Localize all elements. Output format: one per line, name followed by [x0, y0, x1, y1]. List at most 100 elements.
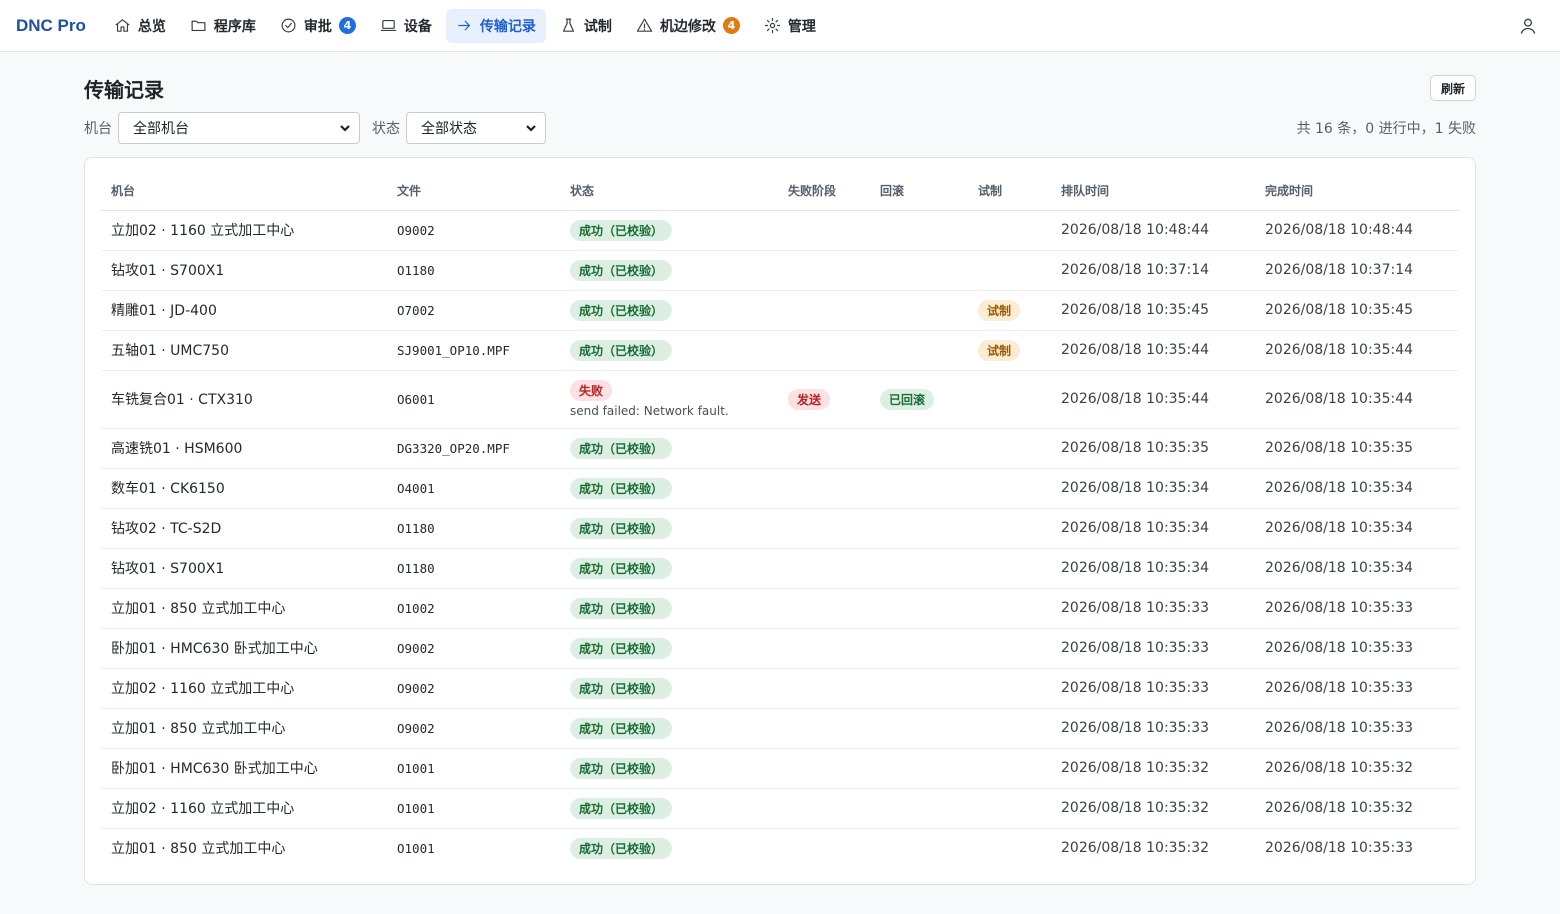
- status-cell: 成功（已校验）: [560, 628, 778, 669]
- rollback-cell: [870, 708, 968, 749]
- table-body: 立加02 · 1160 立式加工中心 O9002 成功（已校验） 2026/08/18…: [101, 210, 1459, 868]
- table-row[interactable]: 立加01 · 850 立式加工中心 O1001 成功（已校验） 2026/08/18 …: [101, 828, 1459, 868]
- queued-time-cell: 2026/08/18 10:35:32: [1051, 748, 1255, 789]
- table-row[interactable]: 立加02 · 1160 立式加工中心 O1001 成功（已校验） 2026/08/18…: [101, 788, 1459, 829]
- trial-badge: 试制: [978, 339, 1021, 361]
- table-row[interactable]: 数车01 · CK6150 O4001 成功（已校验） 2026/08/18 10:3…: [101, 468, 1459, 509]
- rollback-cell: [870, 250, 968, 291]
- folder-icon: [191, 20, 206, 32]
- machine-cell: 立加02 · 1160 立式加工中心: [101, 210, 387, 251]
- nav-item-6[interactable]: 机边修改 4: [626, 9, 750, 43]
- queued-time-cell: 2026/08/18 10:35:44: [1051, 370, 1255, 429]
- file-cell: O9002: [387, 628, 560, 669]
- nav-item-5[interactable]: 试制: [550, 9, 622, 43]
- trial-cell: [968, 828, 1051, 868]
- trial-cell: 试制: [968, 330, 1051, 371]
- status-cell: 成功（已校验）: [560, 250, 778, 291]
- table-row[interactable]: 立加01 · 850 立式加工中心 O9002 成功（已校验） 2026/08/18 …: [101, 708, 1459, 749]
- file-cell: O9002: [387, 708, 560, 749]
- fail-stage-cell: [778, 290, 870, 331]
- status-filter-select[interactable]: 全部状态: [406, 112, 546, 144]
- machine-cell: 钻攻01 · S700X1: [101, 250, 387, 291]
- nav-item-1[interactable]: 程序库: [180, 9, 266, 43]
- machine-cell: 精雕01 · JD-400: [101, 290, 387, 331]
- queued-time-cell: 2026/08/18 10:35:33: [1051, 628, 1255, 669]
- table-row[interactable]: 立加02 · 1160 立式加工中心 O9002 成功（已校验） 2026/08/18…: [101, 668, 1459, 709]
- trial-cell: [968, 428, 1051, 469]
- status-cell: 成功（已校验）: [560, 668, 778, 709]
- column-header: 完成时间: [1255, 172, 1459, 211]
- status-badge: 成功（已校验）: [570, 837, 673, 859]
- done-time-cell: 2026/08/18 10:35:33: [1265, 840, 1414, 857]
- fail-stage-cell: [778, 588, 870, 629]
- table-row[interactable]: 钻攻01 · S700X1 O1180 成功（已校验） 2026/08/18 10:3…: [101, 548, 1459, 589]
- nav-count-badge: 4: [722, 17, 740, 34]
- rollback-cell: [870, 548, 968, 589]
- table-row[interactable]: 高速铣01 · HSM600 DG3320_OP20.MPF 成功（已校验） 2026…: [101, 428, 1459, 469]
- status-badge: 失败: [570, 380, 613, 401]
- file-cell: O1001: [387, 748, 560, 789]
- nav-item-label: 程序库: [213, 18, 256, 35]
- done-time-cell: 2026/08/18 10:37:14: [1255, 250, 1459, 291]
- table-row[interactable]: 车铣复合01 · CTX310 O6001 失败 send failed: Netwo…: [101, 370, 1459, 429]
- status-badge: 成功（已校验）: [570, 717, 673, 739]
- done-time-cell: 2026/08/18 10:35:44: [1255, 370, 1459, 429]
- status-badge: 成功（已校验）: [570, 797, 673, 819]
- table-row[interactable]: 精雕01 · JD-400 O7002 成功（已校验） 试制 2026/08/18 10…: [101, 290, 1459, 331]
- nav-item-label: 试制: [583, 18, 612, 35]
- trial-cell: [968, 628, 1051, 669]
- fail-stage-cell: [778, 210, 870, 251]
- nav-item-7[interactable]: 管理: [754, 9, 826, 43]
- machine-filter-select[interactable]: 全部机台: [118, 112, 360, 144]
- queued-time-cell: 2026/08/18 10:35:44: [1051, 330, 1255, 371]
- user-icon[interactable]: [1518, 16, 1538, 36]
- column-header: 状态: [560, 172, 778, 211]
- chevron-down-icon: [340, 125, 350, 132]
- table-row[interactable]: 钻攻01 · S700X1 O1180 成功（已校验） 2026/08/18 10:3…: [101, 250, 1459, 291]
- status-cell: 成功（已校验）: [560, 428, 778, 469]
- nav-item-3[interactable]: 设备: [370, 9, 442, 43]
- status-cell: 成功（已校验）: [560, 508, 778, 549]
- table-row[interactable]: 立加02 · 1160 立式加工中心 O9002 成功（已校验） 2026/08/18…: [101, 210, 1459, 251]
- rollback-cell: [870, 588, 968, 629]
- done-time-cell: 2026/08/18 10:35:34: [1255, 548, 1459, 589]
- queued-time-cell: 2026/08/18 10:35:34: [1051, 548, 1255, 589]
- table-row[interactable]: 钻攻02 · TC-S2D O1180 成功（已校验） 2026/08/18 10:3…: [101, 508, 1459, 549]
- fail-stage-cell: [778, 788, 870, 829]
- rollback-cell: [870, 210, 968, 251]
- refresh-button[interactable]: 刷新: [1429, 75, 1476, 101]
- column-header: 文件: [387, 172, 560, 211]
- table-row[interactable]: 卧加01 · HMC630 卧式加工中心 O9002 成功（已校验） 2026/08/…: [101, 628, 1459, 669]
- transfer-summary: 共 16 条，0 进行中，1 失败: [1296, 121, 1476, 137]
- machine-filter-value: 全部机台: [133, 121, 189, 137]
- nav-item-label: 设备: [403, 18, 432, 35]
- fail-stage-cell: [778, 708, 870, 749]
- table-row[interactable]: 五轴01 · UMC750 SJ9001_OP10.MPF 成功（已校验） 试制 202…: [101, 330, 1459, 371]
- table-row[interactable]: 卧加01 · HMC630 卧式加工中心 O1001 成功（已校验） 2026/08/…: [101, 748, 1459, 789]
- trial-cell: [968, 668, 1051, 709]
- queued-time-cell: 2026/08/18 10:35:33: [1051, 668, 1255, 709]
- done-time-cell: 2026/08/18 10:35:45: [1255, 290, 1459, 331]
- done-time-cell: 2026/08/18 10:35:33: [1255, 708, 1459, 749]
- column-header: 排队时间: [1051, 172, 1255, 211]
- done-time-cell: 2026/08/18 10:35:35: [1255, 428, 1459, 469]
- file-cell: O4001: [387, 468, 560, 509]
- file-cell: O1002: [387, 588, 560, 629]
- table-row[interactable]: 立加01 · 850 立式加工中心 O1002 成功（已校验） 2026/08/18 …: [101, 588, 1459, 629]
- transfer-table-card: 机台 文件 状态 失败阶段 回滚 试制 排队时间 完成时间 立加02 · 1160 立式加工中…: [84, 157, 1476, 885]
- file-cell: O1180: [387, 548, 560, 589]
- status-badge: 成功（已校验）: [570, 299, 673, 321]
- gear-icon: [764, 17, 781, 34]
- rollback-cell: [870, 628, 968, 669]
- filter-bar: 机台 全部机台 状态 全部状态 共 16 条，0 进行中，1 失败: [84, 112, 1476, 144]
- chevron-down-icon: [526, 125, 536, 132]
- brand-logo[interactable]: DNC Pro: [16, 16, 86, 36]
- nav-item-4[interactable]: 传输记录: [445, 8, 546, 43]
- nav-item-2[interactable]: 审批 4: [270, 9, 366, 43]
- column-header: 机台: [101, 172, 387, 211]
- trial-cell: [968, 788, 1051, 829]
- status-cell: 失败 send failed: Network fault.: [560, 370, 778, 429]
- done-time-cell: 2026/08/18 10:35:34: [1255, 468, 1459, 509]
- nav-item-0[interactable]: 总览: [104, 9, 176, 43]
- rollback-cell: [870, 508, 968, 549]
